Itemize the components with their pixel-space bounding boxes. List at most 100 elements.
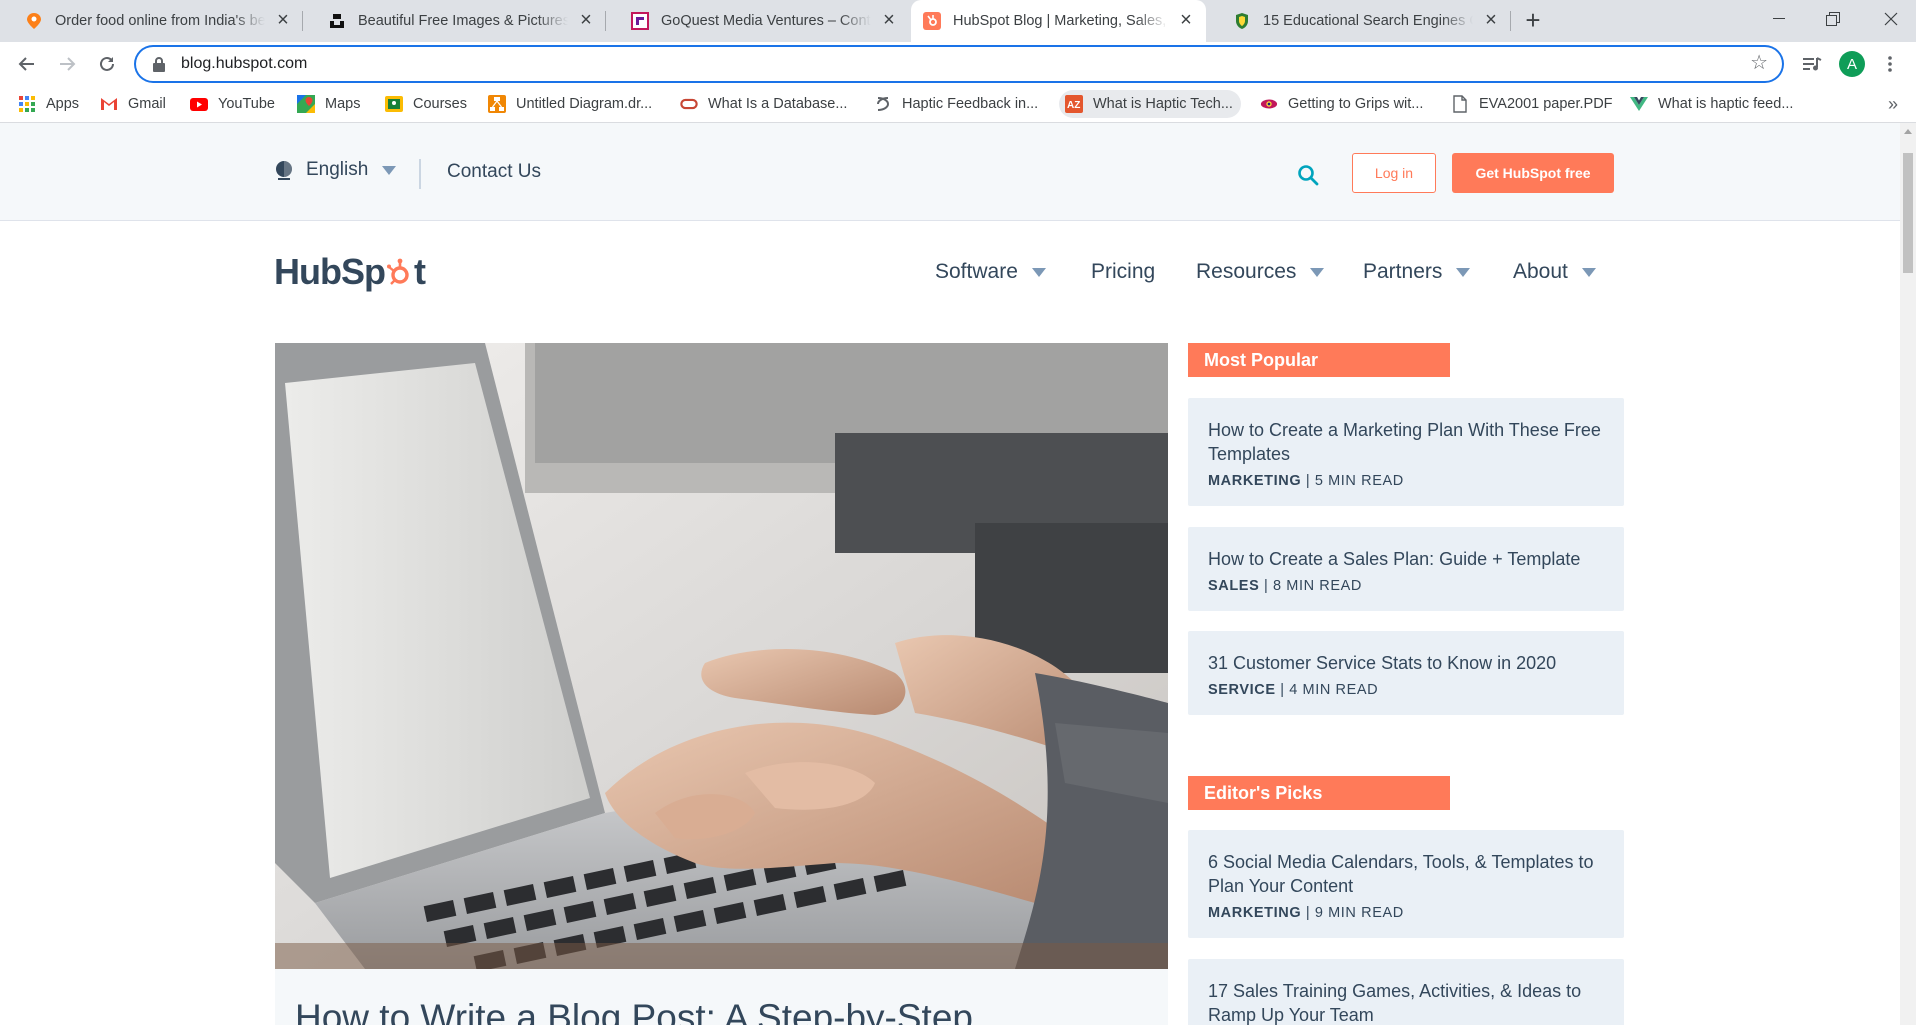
- login-button[interactable]: Log in: [1352, 153, 1436, 193]
- tab-title: Beautiful Free Images & Pictures | Unspl…: [358, 13, 568, 29]
- star-icon[interactable]: ☆: [1750, 53, 1768, 73]
- url-text[interactable]: blog.hubspot.com: [181, 55, 307, 73]
- page-scrollbar[interactable]: [1900, 123, 1916, 1025]
- restore-icon: [1826, 12, 1840, 26]
- read-time: 9 MIN READ: [1314, 905, 1404, 921]
- scroll-up-arrow-icon[interactable]: [1904, 129, 1912, 134]
- nav-about[interactable]: About: [1513, 260, 1596, 284]
- bookmark-label: Gmail: [128, 96, 166, 112]
- globe-icon: [276, 161, 292, 180]
- post-category[interactable]: MARKETING: [1208, 473, 1301, 489]
- close-icon[interactable]: ×: [578, 10, 594, 30]
- nav-partners[interactable]: Partners: [1363, 260, 1471, 284]
- post-title[interactable]: 31 Customer Service Stats to Know in 202…: [1208, 651, 1604, 675]
- youtube-icon: [190, 95, 208, 113]
- tab-separator: [1510, 11, 1511, 31]
- minimize-button[interactable]: [1756, 0, 1802, 38]
- popular-post-card[interactable]: How to Create a Sales Plan: Guide + Temp…: [1188, 527, 1624, 611]
- chevron-down-icon: [1310, 267, 1325, 277]
- bookmark-label: EVA2001 paper.PDF: [1479, 96, 1613, 112]
- close-window-button[interactable]: [1868, 0, 1914, 38]
- address-bar[interactable]: blog.hubspot.com ☆: [136, 47, 1782, 81]
- post-title[interactable]: 6 Social Media Calendars, Tools, & Templ…: [1208, 850, 1604, 898]
- featured-post-title[interactable]: How to Write a Blog Post: A Step-by-Step: [295, 997, 973, 1025]
- bookmark-gmail[interactable]: Gmail: [100, 90, 166, 118]
- reload-button[interactable]: [93, 50, 121, 78]
- nav-label: Software: [935, 260, 1018, 283]
- bookmarks-overflow-button[interactable]: »: [1888, 94, 1898, 115]
- svg-text:AZ: AZ: [1067, 100, 1080, 111]
- popular-post-card[interactable]: 31 Customer Service Stats to Know in 202…: [1188, 631, 1624, 715]
- scrollbar-thumb[interactable]: [1903, 153, 1913, 273]
- bookmark-haptic-feedback-2[interactable]: What is haptic feed...: [1630, 90, 1793, 118]
- bookmark-getting-to-grips[interactable]: Getting to Grips wit...: [1260, 90, 1423, 118]
- bookmark-eva-paper[interactable]: EVA2001 paper.PDF: [1451, 90, 1613, 118]
- logo-text: HubSp: [274, 251, 386, 292]
- tab-goquest[interactable]: GoQuest Media Ventures – Content ×: [606, 0, 909, 42]
- close-icon[interactable]: ×: [881, 10, 897, 30]
- bookmark-courses[interactable]: Courses: [385, 90, 467, 118]
- meta-separator: |: [1275, 682, 1290, 698]
- post-category[interactable]: MARKETING: [1208, 905, 1301, 921]
- close-icon: [1884, 12, 1898, 26]
- featured-post-image[interactable]: [275, 343, 1168, 969]
- media-control-button[interactable]: [1798, 50, 1826, 78]
- contact-us-link[interactable]: Contact Us: [447, 161, 541, 183]
- eye-icon: [1260, 95, 1278, 113]
- courses-icon: [385, 95, 403, 113]
- media-queue-icon: [1803, 57, 1822, 71]
- editors-pick-card[interactable]: 6 Social Media Calendars, Tools, & Templ…: [1188, 830, 1624, 938]
- bookmark-label: Haptic Feedback in...: [902, 96, 1039, 112]
- get-hubspot-free-button[interactable]: Get HubSpot free: [1452, 153, 1614, 193]
- editors-pick-card[interactable]: 17 Sales Training Games, Activities, & I…: [1188, 959, 1624, 1025]
- bookmark-database[interactable]: What Is a Database...: [680, 90, 847, 118]
- search-icon[interactable]: [1296, 163, 1320, 187]
- close-icon[interactable]: ×: [275, 10, 291, 30]
- vue-icon: [1630, 95, 1648, 113]
- tab-strip: Order food online from India's best food…: [0, 0, 1916, 42]
- post-title[interactable]: How to Create a Sales Plan: Guide + Temp…: [1208, 547, 1604, 571]
- maximize-button[interactable]: [1810, 0, 1856, 38]
- utility-bar: English Contact Us Log in Get HubSpot fr…: [0, 123, 1900, 221]
- tab-title: GoQuest Media Ventures – Content: [661, 13, 871, 29]
- bookmark-untitled-diagram[interactable]: Untitled Diagram.dr...: [488, 90, 652, 118]
- meta-separator: |: [1301, 473, 1315, 489]
- profile-button[interactable]: A: [1838, 50, 1866, 78]
- tab-swiggy[interactable]: Order food online from India's best food…: [0, 0, 303, 42]
- close-icon[interactable]: ×: [1178, 10, 1194, 30]
- featured-post-title-band[interactable]: How to Write a Blog Post: A Step-by-Step: [275, 969, 1168, 1025]
- nav-label: Partners: [1363, 260, 1443, 283]
- nav-pricing[interactable]: Pricing: [1091, 260, 1155, 284]
- hubspot-logo[interactable]: HubSp t: [274, 251, 426, 293]
- bookmark-haptic-tech[interactable]: AZ What is Haptic Tech...: [1059, 90, 1241, 118]
- nav-software[interactable]: Software: [935, 260, 1046, 284]
- bookmark-label: Untitled Diagram.dr...: [516, 96, 653, 112]
- chevron-down-icon: [1456, 267, 1471, 277]
- nav-resources[interactable]: Resources: [1196, 260, 1325, 284]
- close-icon[interactable]: ×: [1483, 10, 1499, 30]
- chevron-down-icon: [1031, 267, 1046, 277]
- browser-toolbar: blog.hubspot.com ☆ A: [0, 42, 1916, 86]
- menu-button[interactable]: [1876, 50, 1904, 78]
- language-label: English: [306, 159, 369, 180]
- new-tab-button[interactable]: +: [1520, 7, 1546, 34]
- tab-hubspot-blog[interactable]: HubSpot Blog | Marketing, Sales, Service…: [911, 0, 1206, 42]
- maps-icon: [297, 95, 315, 113]
- bookmark-haptic-feedback[interactable]: Haptic Feedback in...: [874, 90, 1038, 118]
- post-title[interactable]: How to Create a Marketing Plan With Thes…: [1208, 418, 1604, 466]
- tab-unsplash[interactable]: Beautiful Free Images & Pictures | Unspl…: [303, 0, 606, 42]
- bookmark-apps[interactable]: Apps: [18, 90, 79, 118]
- back-button[interactable]: [13, 50, 41, 78]
- back-arrow-icon: [18, 57, 34, 71]
- bookmark-label: What Is a Database...: [708, 96, 848, 112]
- bookmark-maps[interactable]: Maps: [297, 90, 360, 118]
- language-selector[interactable]: English: [274, 159, 397, 181]
- forward-button[interactable]: [53, 50, 81, 78]
- apps-grid-icon: [18, 95, 36, 113]
- post-title[interactable]: 17 Sales Training Games, Activities, & I…: [1208, 979, 1604, 1025]
- bookmark-youtube[interactable]: YouTube: [190, 90, 275, 118]
- post-category[interactable]: SERVICE: [1208, 682, 1276, 698]
- post-category[interactable]: SALES: [1208, 578, 1259, 594]
- popular-post-card[interactable]: How to Create a Marketing Plan With Thes…: [1188, 398, 1624, 506]
- tab-educational-search[interactable]: 15 Educational Search Engines Co ×: [1208, 0, 1511, 42]
